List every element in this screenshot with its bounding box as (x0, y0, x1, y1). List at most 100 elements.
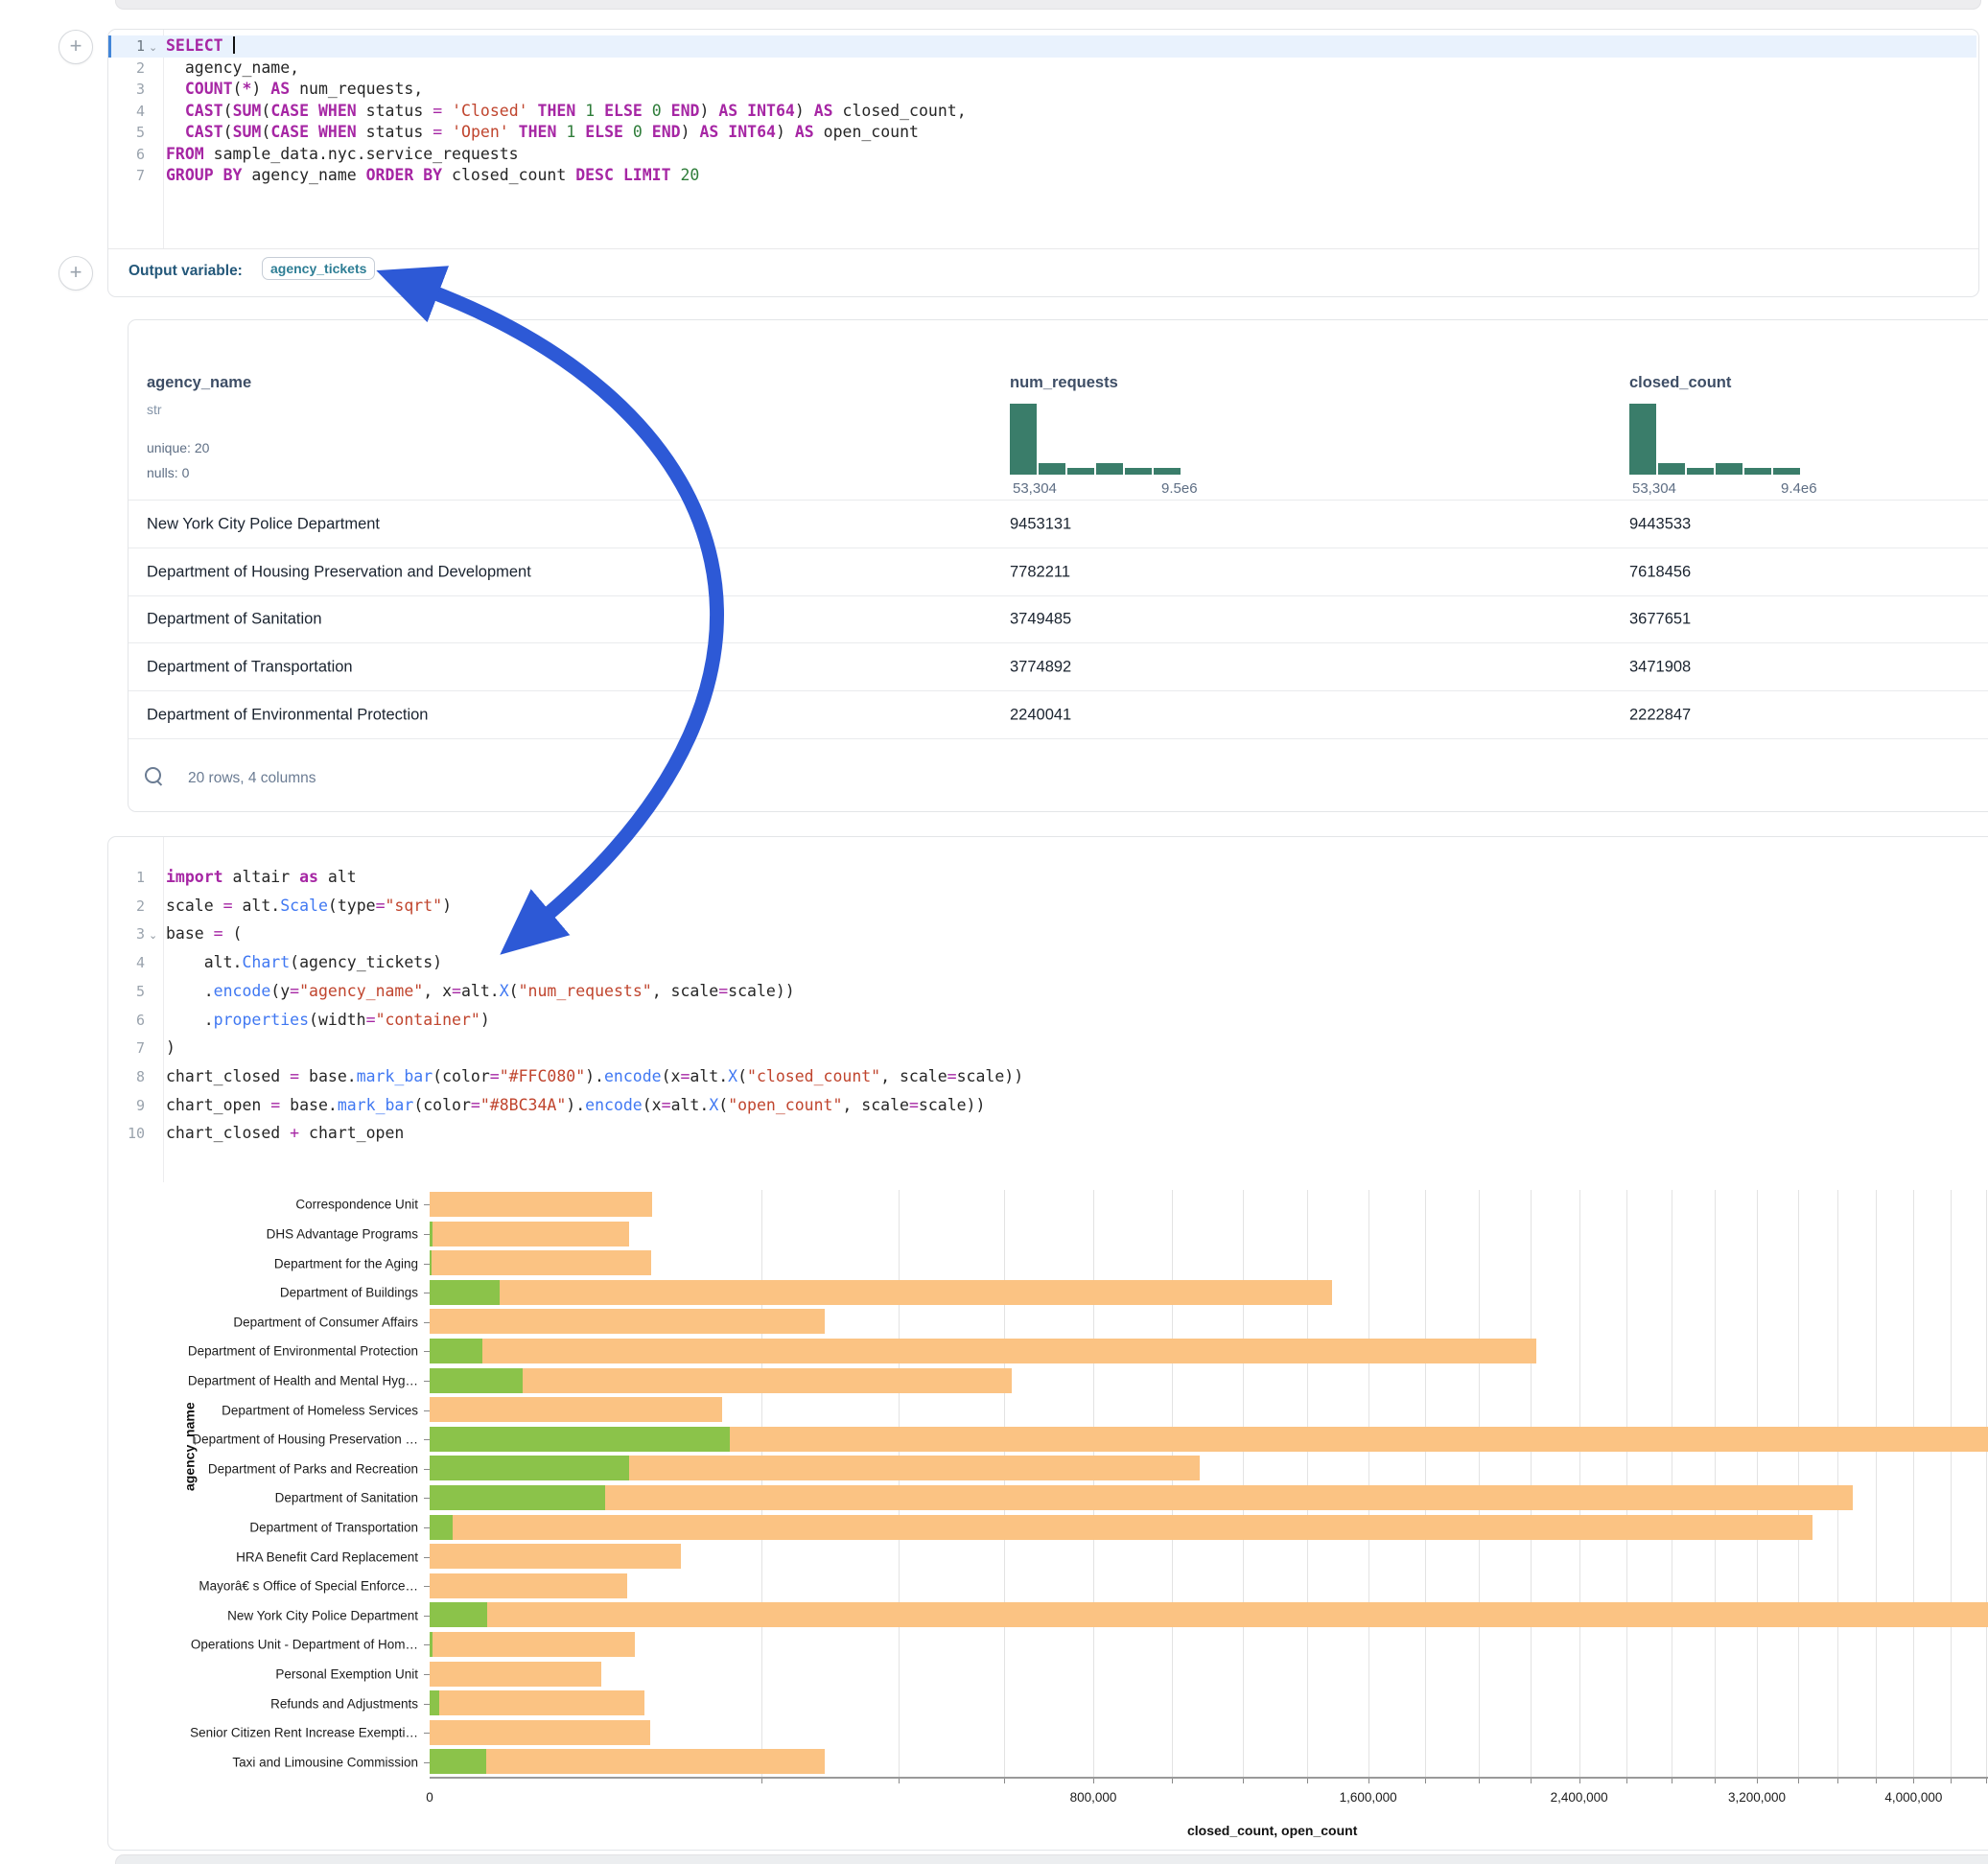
output-variable-label: Output variable: (129, 263, 243, 280)
histogram-bar (1096, 463, 1123, 475)
chart-bar-open[interactable] (430, 1602, 487, 1627)
chart-gridline (1243, 1190, 1244, 1777)
python-editor[interactable]: 1import altair as alt2scale = alt.Scale(… (108, 837, 1988, 1182)
table-body: New York City Police Department945313194… (129, 500, 1988, 738)
chart-bar-closed[interactable] (430, 1250, 651, 1275)
code-line[interactable]: 10chart_closed + chart_open (108, 1123, 1988, 1152)
code-line[interactable]: 7) (108, 1037, 1988, 1066)
chart-bar-open[interactable] (430, 1690, 439, 1715)
fold-chevron-icon[interactable]: ⌄ (149, 41, 157, 54)
sql-editor[interactable]: 1⌄SELECT 2 agency_name,3 COUNT(*) AS num… (108, 30, 1978, 249)
chart-bar-closed[interactable] (430, 1485, 1853, 1510)
chart-bar-open[interactable] (430, 1485, 605, 1510)
line-number: 8 (108, 1068, 145, 1085)
table-cell: 2240041 (1010, 707, 1071, 725)
chart-bar-open[interactable] (430, 1250, 432, 1275)
column-header-closed_count[interactable]: closed_count (1629, 374, 1731, 392)
chart-bar-open[interactable] (430, 1749, 486, 1774)
line-number: 1 (108, 37, 145, 55)
previous-cell-edge (115, 0, 1981, 10)
table-cell: 9443533 (1629, 515, 1691, 533)
code-line[interactable]: 4 alt.Chart(agency_tickets) (108, 952, 1988, 981)
chart-bar-open[interactable] (430, 1515, 453, 1540)
chart-bar-closed[interactable] (430, 1280, 1332, 1305)
chart-gridline (1913, 1190, 1914, 1777)
table-cell: New York City Police Department (147, 515, 380, 533)
add-cell-button-middle[interactable]: + (58, 256, 93, 291)
table-footer: 20 rows, 4 columns (129, 738, 1988, 812)
chart-bar-open[interactable] (430, 1456, 629, 1480)
chart-bar-closed[interactable] (430, 1662, 601, 1687)
chart-bar-closed[interactable] (430, 1309, 825, 1334)
chart-gridline (1307, 1190, 1308, 1777)
chart-bar-closed[interactable] (430, 1339, 1536, 1363)
output-variable-row: Output variable: agency_tickets (108, 249, 1978, 295)
chart-bar-closed[interactable] (430, 1222, 629, 1247)
table-row[interactable]: Department of Housing Preservation and D… (129, 548, 1988, 596)
add-cell-button-top[interactable]: + (58, 30, 93, 64)
chart-bar-open[interactable] (430, 1368, 523, 1393)
line-number: 2 (108, 897, 145, 915)
y-axis-label: DHS Advantage Programs (108, 1226, 418, 1241)
chart-gridline (1837, 1190, 1838, 1777)
chart-gridline (1531, 1190, 1532, 1777)
table-row[interactable]: Department of Environmental Protection22… (129, 690, 1988, 739)
chart-bar-open[interactable] (430, 1222, 433, 1247)
table-row[interactable]: Department of Transportation377489234719… (129, 642, 1988, 691)
code-line[interactable]: 4 CAST(SUM(CASE WHEN status = 'Closed' T… (108, 101, 1978, 123)
code-line[interactable]: 2scale = alt.Scale(type="sqrt") (108, 896, 1988, 924)
chart-bar-open[interactable] (430, 1280, 500, 1305)
chart-bar-closed[interactable] (430, 1573, 627, 1598)
chart-gridline (1479, 1190, 1480, 1777)
code-line[interactable]: 5 CAST(SUM(CASE WHEN status = 'Open' THE… (108, 122, 1978, 144)
code-line[interactable]: 6 .properties(width="container") (108, 1010, 1988, 1038)
table-row[interactable]: New York City Police Department945313194… (129, 500, 1988, 548)
y-axis-label: Department of Health and Mental Hyg… (108, 1373, 418, 1387)
table-row[interactable]: Department of Sanitation37494853677651 (129, 595, 1988, 644)
chart-bar-closed[interactable] (430, 1397, 722, 1422)
y-axis-label: Department of Sanitation (108, 1491, 418, 1505)
output-variable-pill[interactable]: agency_tickets (262, 257, 375, 280)
histogram-min-label: 53,304 (1632, 480, 1676, 497)
line-number: 7 (108, 1039, 145, 1057)
chart-bar-open[interactable] (430, 1632, 433, 1657)
chart-bar-closed[interactable] (430, 1720, 650, 1745)
search-icon[interactable] (145, 767, 161, 783)
chart-bar-closed[interactable] (430, 1632, 635, 1657)
code-line[interactable]: 5 .encode(y="agency_name", x=alt.X("num_… (108, 981, 1988, 1010)
code-line[interactable]: 7GROUP BY agency_name ORDER BY closed_co… (108, 165, 1978, 187)
column-header-num_requests[interactable]: num_requests (1010, 374, 1118, 392)
y-axis-label: Department of Housing Preservation … (108, 1433, 418, 1447)
code-line[interactable]: 9chart_open = base.mark_bar(color="#8BC3… (108, 1095, 1988, 1124)
x-axis-line (430, 1777, 1988, 1779)
chart-bar-closed[interactable] (430, 1544, 681, 1569)
x-axis-tick-label: 800,000 (1070, 1790, 1117, 1805)
chart-bar-open[interactable] (430, 1339, 482, 1363)
x-axis-tick-label: 0 (426, 1790, 433, 1805)
line-number: 7 (108, 167, 145, 184)
chart-bar-closed[interactable] (430, 1515, 1813, 1540)
chart-bar-closed[interactable] (430, 1602, 1988, 1627)
code-line[interactable]: 6FROM sample_data.nyc.service_requests (108, 144, 1978, 166)
column-header-agency_name[interactable]: agency_name (147, 374, 251, 392)
code-line[interactable]: 2 agency_name, (108, 58, 1978, 80)
code-line[interactable]: 3 COUNT(*) AS num_requests, (108, 79, 1978, 101)
line-number: 10 (108, 1125, 145, 1142)
chart-bar-open[interactable] (430, 1427, 730, 1452)
chart-bar-closed[interactable] (430, 1690, 644, 1715)
table-cell: 3471908 (1629, 659, 1691, 677)
table-header: agency_namestrunique: 20nulls: 0num_requ… (129, 320, 1988, 500)
chart-bar-closed[interactable] (430, 1192, 652, 1217)
chart-gridline (761, 1190, 762, 1777)
y-axis-label: Taxi and Limousine Commission (108, 1755, 418, 1769)
chart-gridline (899, 1190, 900, 1777)
code-line[interactable]: 1import altair as alt (108, 867, 1988, 896)
column-stat: unique: 20 (147, 440, 209, 455)
code-line[interactable]: 8chart_closed = base.mark_bar(color="#FF… (108, 1066, 1988, 1095)
chart-bar-closed[interactable] (430, 1749, 825, 1774)
table-cell: 3749485 (1010, 611, 1071, 629)
code-line[interactable]: 3⌄base = ( (108, 923, 1988, 952)
code-line[interactable]: 1⌄SELECT (108, 35, 1978, 58)
fold-chevron-icon[interactable]: ⌄ (149, 929, 157, 942)
line-number: 3 (108, 81, 145, 98)
